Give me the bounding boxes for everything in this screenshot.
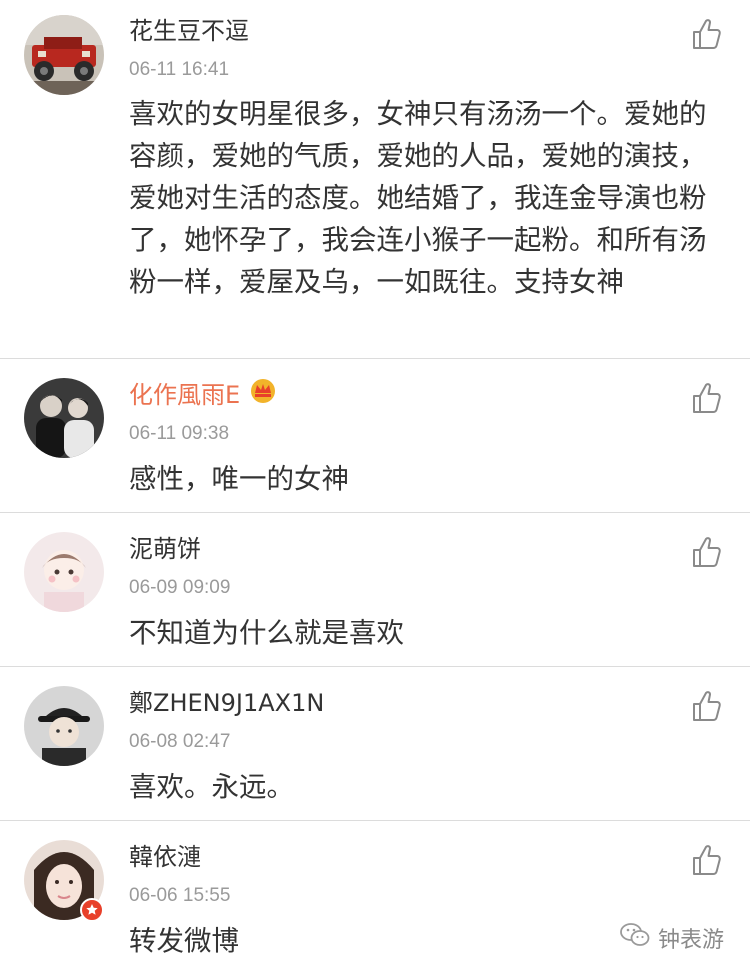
- timestamp: 06-09 09:09: [129, 577, 231, 598]
- avatar[interactable]: [24, 686, 104, 766]
- avatar[interactable]: [24, 15, 104, 95]
- like-button[interactable]: [690, 689, 724, 723]
- timestamp: 06-11 16:41: [129, 59, 230, 80]
- thumbs-up-icon: [693, 537, 721, 567]
- thumbs-up-icon: [693, 691, 721, 721]
- like-button[interactable]: [690, 843, 724, 877]
- avatar[interactable]: [24, 378, 104, 458]
- avatar[interactable]: [24, 532, 104, 612]
- username[interactable]: 化作風雨E: [129, 379, 278, 413]
- timestamp: 06-08 02:47: [129, 731, 231, 752]
- cartoon-girl-avatar: [24, 532, 104, 612]
- comment-item: 鄭ZHEN9J1AX1N 06-08 02:47 喜欢。永远。: [0, 667, 750, 821]
- two-people-avatar: [24, 378, 104, 458]
- thumbs-up-icon: [693, 383, 721, 413]
- watermark-text: 钟表游: [657, 928, 724, 953]
- username[interactable]: 花生豆不逗: [129, 15, 249, 47]
- man-cap-avatar: [24, 686, 104, 766]
- comment-text: 喜欢。永远。: [129, 771, 294, 803]
- like-button[interactable]: [690, 535, 724, 569]
- comment-item: 泥萌饼 06-09 09:09 不知道为什么就是喜欢: [0, 513, 750, 667]
- username[interactable]: 韓依漣: [129, 841, 201, 873]
- star-badge-icon: [80, 898, 104, 922]
- username[interactable]: 泥萌饼: [129, 533, 201, 565]
- crown-icon: [248, 377, 278, 411]
- comment-text: 不知道为什么就是喜欢: [129, 617, 404, 649]
- thumbs-up-icon: [693, 19, 721, 49]
- timestamp: 06-06 15:55: [129, 885, 231, 906]
- comment-text: 喜欢的女明星很多，女神只有汤汤一个。爱她的容颜，爱她的气质，爱她的人品，爱她的演…: [129, 98, 707, 298]
- username-label: 化作風雨E: [129, 381, 241, 409]
- like-button[interactable]: [690, 17, 724, 51]
- comment-item: 韓依漣 06-06 15:55 转发微博: [0, 821, 750, 980]
- wechat-icon: [620, 922, 650, 954]
- comment-item: 化作風雨E 06-11 09:38 感性，唯一的女神: [0, 359, 750, 513]
- like-button[interactable]: [690, 381, 724, 415]
- thumbs-up-icon: [693, 845, 721, 875]
- comment-item: 花生豆不逗 06-11 16:41 喜欢的女明星很多，女神只有汤汤一个。爱她的容…: [0, 0, 750, 359]
- timestamp: 06-11 09:38: [129, 423, 230, 444]
- username[interactable]: 鄭ZHEN9J1AX1N: [129, 687, 324, 719]
- comment-text: 感性，唯一的女神: [129, 463, 349, 495]
- watermark: 钟表游: [620, 922, 724, 954]
- jeep-avatar: [24, 15, 104, 95]
